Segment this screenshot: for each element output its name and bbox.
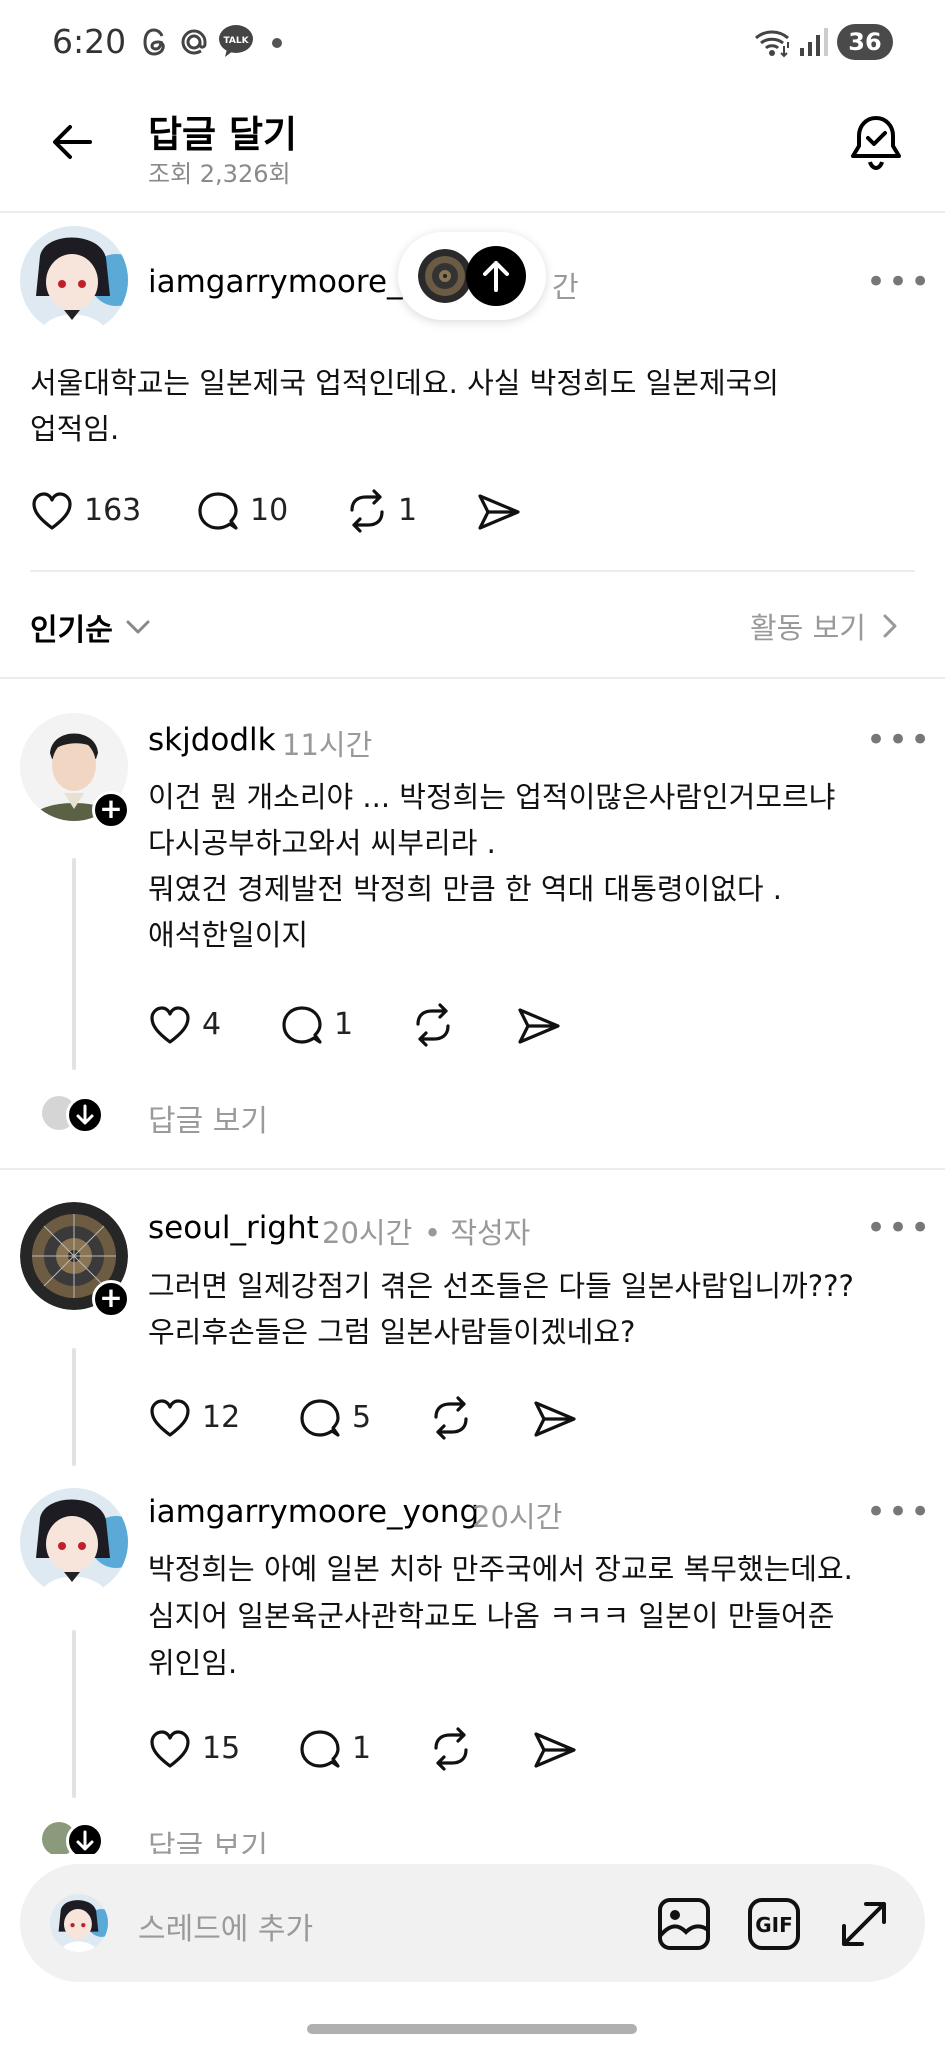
reply-text-line: 그러면 일제강점기 겪은 선조들은 다들 일본사람입니까???	[148, 1269, 854, 1303]
more-options-icon[interactable]: •••	[866, 1492, 932, 1532]
reply-time: 11시간	[282, 728, 373, 762]
username[interactable]: iamgarrymoore_yong	[148, 1494, 479, 1530]
threads-icon	[140, 26, 170, 58]
reply-text-line: 다시공부하고와서 씨부리라 .	[148, 826, 496, 860]
reply-text-line: 우리후손들은 그럼 일본사람들이겠네요?	[148, 1315, 636, 1349]
reply-time: 20시간	[322, 1216, 413, 1250]
repost-icon[interactable]	[410, 1002, 456, 1048]
post-time: 간	[552, 270, 579, 304]
new-posts-pill[interactable]	[398, 232, 546, 320]
avatar[interactable]	[20, 1488, 128, 1596]
kakaotalk-icon: TALK	[218, 24, 254, 58]
svg-text:GIF: GIF	[755, 1913, 793, 1937]
reply-text-line: 박정희는 아예 일본 치하 만주국에서 장교로 복무했는데요.	[148, 1552, 853, 1586]
more-options-icon[interactable]: •••	[866, 720, 932, 760]
dot-icon	[272, 38, 282, 48]
expand-replies-arrow-icon[interactable]	[66, 1096, 104, 1134]
reply-divider	[0, 1168, 945, 1170]
author-tag: • 작성자	[424, 1216, 531, 1250]
repost-icon[interactable]	[428, 1726, 474, 1772]
page-title: 답글 달기	[148, 113, 298, 156]
back-arrow-icon[interactable]	[48, 118, 96, 166]
more-options-icon[interactable]: •••	[866, 1208, 932, 1248]
battery-indicator: 36	[837, 24, 893, 60]
sort-divider	[0, 677, 945, 679]
chevron-right-icon[interactable]	[880, 612, 900, 640]
repost-count: 1	[398, 493, 418, 528]
sort-label[interactable]: 인기순	[30, 605, 113, 649]
at-icon	[178, 26, 210, 58]
my-avatar	[50, 1894, 108, 1952]
comment-icon[interactable]	[298, 1397, 342, 1441]
like-count: 12	[202, 1400, 241, 1435]
avatar[interactable]	[20, 226, 128, 334]
heart-icon[interactable]	[148, 1397, 192, 1441]
scroll-up-arrow-icon[interactable]	[466, 246, 526, 306]
heart-icon[interactable]	[148, 1728, 192, 1772]
share-send-icon[interactable]	[532, 1397, 578, 1441]
comment-icon[interactable]	[196, 490, 240, 534]
share-send-icon[interactable]	[476, 490, 522, 534]
activity-link[interactable]: 활동 보기	[750, 605, 866, 647]
notification-bell-check-icon[interactable]	[846, 112, 906, 174]
heart-icon[interactable]	[30, 490, 74, 534]
thread-line	[72, 1348, 76, 1466]
post-text-line-1: 서울대학교는 일본제국 업적인데요. 사실 박정희도 일본제국의	[30, 366, 779, 400]
expand-icon[interactable]	[836, 1896, 892, 1952]
more-options-icon[interactable]: •••	[866, 262, 932, 302]
reply-time: 20시간	[472, 1500, 563, 1534]
follow-plus-button[interactable]: +	[92, 1280, 130, 1318]
username[interactable]: skjdodlk	[148, 722, 276, 758]
share-send-icon[interactable]	[532, 1728, 578, 1772]
repost-icon[interactable]	[344, 488, 390, 534]
reply-text-line: 심지어 일본육군사관학교도 나옴 ㅋㅋㅋ 일본이 만들어준	[148, 1599, 835, 1633]
composer-bar[interactable]: 스레드에 추가 GIF	[20, 1864, 925, 1982]
comment-icon[interactable]	[280, 1004, 324, 1048]
comment-count: 5	[352, 1400, 372, 1435]
username[interactable]: seoul_right	[148, 1210, 319, 1246]
like-count: 15	[202, 1731, 241, 1766]
image-icon[interactable]	[656, 1896, 712, 1952]
reply-text-line: 뭐였건 경제발전 박정희 만큼 한 역대 대통령이없다 .	[148, 872, 783, 906]
composer-input[interactable]: 스레드에 추가	[138, 1904, 313, 1948]
reply-text-line: 애석한일이지	[148, 918, 309, 952]
comment-icon[interactable]	[298, 1728, 342, 1772]
thread-line	[72, 1630, 76, 1798]
reply-text-line: 이건 뭔 개소리야 ... 박정희는 업적이많은사람인거모르냐	[148, 780, 836, 814]
gif-icon[interactable]: GIF	[746, 1896, 802, 1952]
view-replies-link[interactable]: 답글 보기	[148, 1096, 268, 1140]
wifi-icon	[752, 26, 792, 58]
signal-icon	[798, 26, 828, 58]
post-text-line-2: 업적임.	[30, 412, 120, 446]
header-divider	[0, 211, 945, 213]
svg-text:TALK: TALK	[223, 36, 249, 46]
post-divider	[30, 570, 915, 572]
username[interactable]: iamgarrymoore_y	[148, 264, 421, 300]
heart-icon[interactable]	[148, 1004, 192, 1048]
reply-text-line: 위인임.	[148, 1646, 238, 1680]
home-indicator[interactable]	[307, 2024, 637, 2034]
repost-icon[interactable]	[428, 1395, 474, 1441]
share-send-icon[interactable]	[516, 1004, 562, 1048]
thread-line	[72, 858, 76, 1070]
like-count: 4	[202, 1007, 222, 1042]
view-count: 조회 2,326회	[148, 160, 291, 188]
dartboard-avatar	[418, 249, 472, 303]
chevron-down-icon[interactable]	[124, 614, 152, 638]
comment-count: 10	[250, 493, 289, 528]
comment-count: 1	[334, 1007, 354, 1042]
status-time: 6:20	[52, 22, 127, 61]
follow-plus-button[interactable]: +	[92, 791, 130, 829]
comment-count: 1	[352, 1731, 372, 1766]
like-count: 163	[84, 493, 142, 528]
